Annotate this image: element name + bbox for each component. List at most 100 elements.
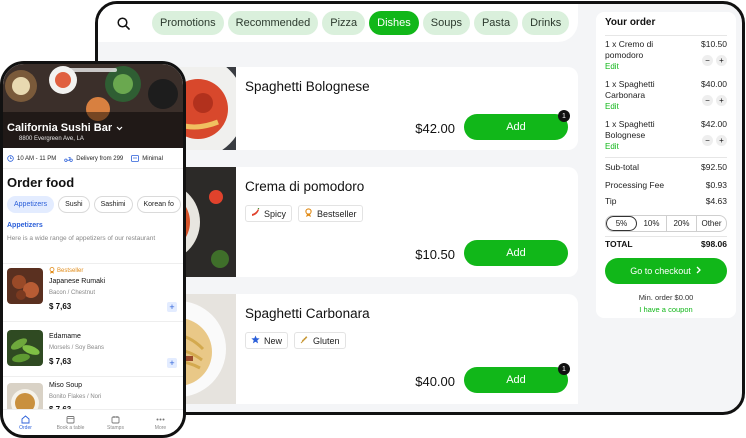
receipt-icon [131, 155, 140, 162]
nav-more[interactable]: More [138, 410, 183, 435]
total-value: $98.06 [701, 239, 727, 249]
checkout-button[interactable]: Go to checkout [605, 258, 727, 284]
plus-button[interactable]: + [716, 95, 727, 106]
category-tab-soups[interactable]: Soups [422, 11, 470, 35]
category-tabs: Appetizers Sushi Sashimi Korean fo [7, 196, 181, 213]
add-button[interactable]: Add [464, 367, 568, 393]
dish-price: $10.50 [415, 247, 455, 262]
tip-option-10[interactable]: 10% [637, 216, 667, 231]
item-image [7, 330, 43, 366]
bestseller-icon [49, 267, 55, 274]
category-tab-recommended[interactable]: Recommended [227, 11, 319, 35]
tag-label: New [264, 335, 283, 346]
tag-spicy: Spicy [245, 205, 293, 222]
nav-stamps[interactable]: Stamps [93, 410, 138, 435]
desktop-app-window: Promotions Recommended Pizza Dishes Soup… [95, 1, 745, 415]
dish-name: Crema di pomodoro [245, 179, 365, 194]
add-button[interactable]: Add [464, 240, 568, 266]
calendar-icon [66, 415, 75, 423]
fee-row: Processing Fee $0.93 [605, 180, 727, 190]
item-name: Edamame [49, 333, 81, 340]
page-title: Order food [7, 175, 75, 190]
restaurant-name: California Sushi Bar [7, 122, 113, 134]
item-price: $ 7,63 [49, 302, 72, 311]
order-item-price: $10.50 [701, 39, 727, 49]
list-item[interactable]: Bestseller Japanese Rumaki Bacon / Chest… [3, 263, 183, 321]
subtotal-row: Sub-total $92.50 [605, 162, 727, 172]
order-item: 1 x Spaghetti Carbonara $40.00 Edit − + [605, 79, 727, 111]
cart-count-badge: 1 [558, 110, 570, 122]
category-tab-pasta[interactable]: Pasta [473, 11, 519, 35]
order-item-name: 1 x Spaghetti Bolognese [605, 119, 655, 140]
category-tab-dishes[interactable]: Dishes [369, 11, 419, 35]
plus-button[interactable]: + [716, 55, 727, 66]
minus-button[interactable]: − [702, 135, 713, 146]
nav-book-table[interactable]: Book a table [48, 410, 93, 435]
divider [3, 168, 183, 169]
chevron-right-icon [695, 266, 702, 276]
add-item-button[interactable]: + [167, 358, 177, 368]
add-button[interactable]: Add [464, 114, 568, 140]
bestseller-icon [304, 208, 313, 219]
tip-option-20[interactable]: 20% [667, 216, 697, 231]
dish-price: $40.00 [415, 374, 455, 389]
order-item: 1 x Cremo di pomodoro $10.50 Edit − + [605, 39, 727, 71]
chevron-down-icon [116, 122, 123, 134]
item-subtitle: Bacon / Chestnut [49, 290, 96, 296]
section-description: Here is a wide range of appetizers of ou… [7, 235, 156, 242]
item-subtitle: Morsels / Soy Beans [49, 345, 105, 351]
cart-count-badge: 1 [558, 363, 570, 375]
tab-sushi[interactable]: Sushi [58, 196, 90, 213]
fee-label: Processing Fee [605, 180, 665, 190]
subtotal-label: Sub-total [605, 162, 640, 172]
category-tab-drinks[interactable]: Drinks [522, 11, 570, 35]
minus-button[interactable]: − [702, 55, 713, 66]
tip-row: Tip $4.63 [605, 196, 727, 206]
tab-korean-food[interactable]: Korean fo [136, 196, 181, 213]
tab-appetizers[interactable]: Appetizers [7, 196, 55, 213]
nav-order[interactable]: Order [3, 410, 48, 435]
restaurant-name-selector[interactable]: California Sushi Bar [7, 122, 123, 134]
tip-selector: 5% 10% 20% Other [605, 215, 727, 232]
plus-button[interactable]: + [716, 135, 727, 146]
item-price: $ 7,63 [49, 357, 72, 366]
order-item-name: 1 x Cremo di pomodoro [605, 39, 654, 60]
status-bar-notch [69, 68, 117, 72]
coupon-link[interactable]: I have a coupon [605, 305, 727, 314]
list-item[interactable]: Edamame Morsels / Soy Beans $ 7,63 + [3, 321, 183, 379]
order-item-price: $40.00 [701, 79, 727, 89]
category-tab-promotions[interactable]: Promotions [152, 11, 224, 35]
wheat-icon [300, 335, 309, 346]
tag-gluten: Gluten [294, 332, 346, 349]
category-bar: Promotions Recommended Pizza Dishes Soup… [98, 4, 578, 42]
total-row: TOTAL $98.06 [605, 239, 727, 249]
tag-new: New [245, 332, 289, 349]
phone-app: California Sushi Bar 8800 Evergreen Ave,… [0, 61, 186, 438]
total-label: TOTAL [605, 239, 633, 249]
tag-bestseller: Bestseller [298, 205, 363, 222]
bottom-nav: Order Book a table Stamps More [3, 409, 183, 435]
tab-sashimi[interactable]: Sashimi [93, 196, 133, 213]
tag-label: Gluten [313, 335, 340, 346]
add-item-button[interactable]: + [167, 302, 177, 312]
tip-option-other[interactable]: Other [697, 216, 726, 231]
minus-button[interactable]: − [702, 95, 713, 106]
tag-label: Spicy [264, 208, 287, 219]
more-icon [156, 418, 165, 420]
restaurant-info-bar: 10 AM - 11 PM Delivery from 299 Minimal [7, 155, 163, 162]
search-icon[interactable] [112, 12, 134, 34]
minimal-order-info: Minimal [131, 155, 163, 162]
clock-icon [7, 155, 14, 162]
divider [605, 236, 727, 237]
dish-name: Spaghetti Bolognese [245, 79, 370, 94]
divider [605, 35, 727, 36]
checkout-label: Go to checkout [630, 266, 691, 276]
dish-tags: Spicy Bestseller [245, 205, 363, 222]
item-subtitle: Bonito Flakes / Nori [49, 394, 102, 400]
order-item: 1 x Spaghetti Bolognese $42.00 Edit − + [605, 119, 727, 151]
bestseller-badge: Bestseller [49, 267, 83, 274]
divider [605, 157, 727, 158]
section-title: Appetizers [7, 222, 43, 229]
tip-option-5[interactable]: 5% [606, 216, 637, 231]
category-tab-pizza[interactable]: Pizza [322, 11, 366, 35]
